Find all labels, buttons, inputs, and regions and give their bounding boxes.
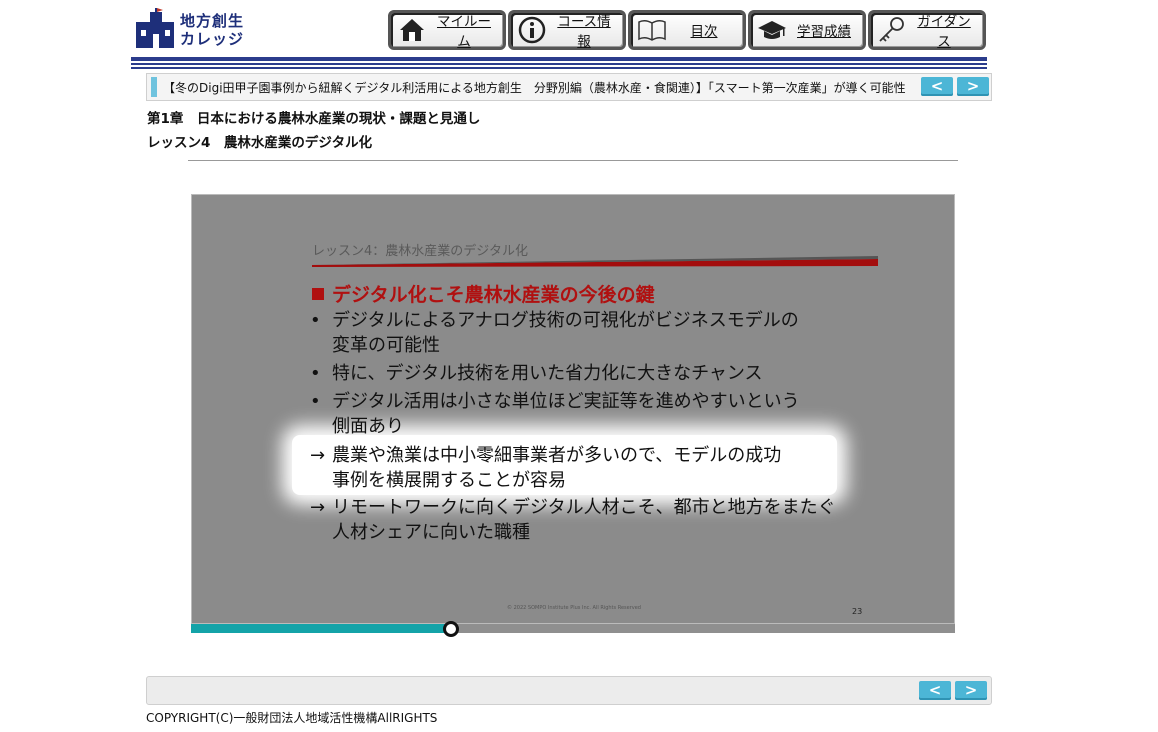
- bullet-text: 特に、デジタル技術を用いた省力化に大きなチャンス: [332, 363, 763, 384]
- bullet-mark: →: [310, 497, 326, 518]
- slide-bullet-1: • デジタルによるアナログ技術の可視化がビジネスモデルの 変革の可能性: [310, 308, 799, 358]
- bullet-text: リモートワークに向くデジタル人材こそ、都市と地方をまたぐ: [332, 497, 836, 518]
- bullet-text: 事例を横展開することが容易: [332, 470, 566, 491]
- course-title-bar: 【冬のDigi田甲子園事例から紐解くデジタル利活用による地方創生 分野別編（農林…: [146, 73, 992, 101]
- bottom-nav-bar: < >: [146, 676, 992, 705]
- home-icon: [397, 16, 427, 44]
- slide-heading-text: デジタル化こそ農林水産業の今後の鍵: [332, 284, 655, 306]
- header-divider-thin-2: [131, 67, 987, 69]
- nav-toc-button[interactable]: 目次: [628, 10, 746, 50]
- title-divider: [188, 160, 958, 161]
- slide-bullet-5: → リモートワークに向くデジタル人材こそ、都市と地方をまたぐ 人材シェアに向いた職…: [310, 495, 836, 545]
- progress-bar[interactable]: [191, 621, 955, 637]
- bottom-prev-page-button[interactable]: <: [919, 681, 951, 700]
- nav-myroom-label: マイルーム: [437, 14, 491, 50]
- bullet-mark: •: [310, 310, 321, 331]
- bullet-text: デジタル活用は小さな単位ほど実証等を進めやすいという: [332, 391, 800, 412]
- bullet-text: 変革の可能性: [332, 335, 440, 356]
- slide-page-number: 23: [852, 607, 863, 616]
- next-page-button[interactable]: >: [957, 77, 989, 96]
- prev-page-button[interactable]: <: [921, 77, 953, 96]
- nav-course-info-button[interactable]: コース情報: [508, 10, 626, 50]
- bullet-text: デジタルによるアナログ技術の可視化がビジネスモデルの: [332, 310, 799, 331]
- slide-bullet-2: • 特に、デジタル技術を用いた省力化に大きなチャンス: [310, 361, 763, 386]
- bullet-text: 側面あり: [332, 416, 404, 437]
- slide-bullet-3: • デジタル活用は小さな単位ほど実証等を進めやすいという 側面あり: [310, 389, 800, 439]
- nav-grades-label: 学習成績: [797, 24, 851, 40]
- slide-bullet-4: → 農業や漁業は中小零細事業者が多いので、モデルの成功 事例を横展開することが容易: [310, 443, 781, 493]
- logo-text-line2: カレッジ: [180, 30, 245, 48]
- info-icon: [517, 16, 547, 44]
- chapter-title: 第1章 日本における農林水産業の現状・課題と見通し: [147, 111, 481, 127]
- progress-fill: [191, 624, 451, 633]
- slide-heading: デジタル化こそ農林水産業の今後の鍵: [312, 280, 655, 307]
- nav-grades-button[interactable]: 学習成績: [748, 10, 866, 50]
- progress-handle[interactable]: [442, 621, 459, 637]
- square-bullet-icon: [312, 288, 324, 300]
- nav-myroom-button[interactable]: マイルーム: [388, 10, 506, 50]
- nav-course-info-label: コース情報: [557, 14, 611, 50]
- bullet-mark: →: [310, 445, 326, 466]
- bullet-text: 農業や漁業は中小零細事業者が多いので、モデルの成功: [332, 445, 782, 466]
- bullet-mark: •: [310, 391, 321, 412]
- castle-logo-icon: [136, 8, 174, 48]
- nav-guidance-button[interactable]: ガイダンス: [868, 10, 986, 50]
- nav-guidance-label: ガイダンス: [917, 14, 971, 50]
- slide-viewer[interactable]: レッスン4：農林水産業のデジタル化 デジタル化こそ農林水産業の今後の鍵 • デジタ…: [191, 194, 955, 624]
- logo[interactable]: 地方創生 カレッジ: [136, 6, 256, 50]
- nav-toc-label: 目次: [690, 24, 718, 40]
- key-icon: [877, 16, 907, 44]
- copyright-text: COPYRIGHT(C)一般財団法人地域活性機構AllRIGHTS: [146, 711, 438, 725]
- course-title: 【冬のDigi田甲子園事例から紐解くデジタル利活用による地方創生 分野別編（農林…: [163, 81, 906, 95]
- slide-footer: © 2022 SOMPO Institute Plus Inc. All Rig…: [507, 605, 641, 611]
- header-divider: [131, 57, 987, 61]
- bullet-mark: •: [310, 363, 321, 384]
- bottom-next-page-button[interactable]: >: [955, 681, 987, 700]
- title-accent: [151, 77, 157, 97]
- lesson-title: レッスン4 農林水産業のデジタル化: [147, 135, 373, 151]
- book-icon: [637, 16, 667, 44]
- header-divider-thin: [131, 63, 987, 65]
- slide-title-underline: [312, 256, 878, 267]
- graduation-cap-icon: [757, 16, 787, 44]
- bullet-text: 人材シェアに向いた職種: [332, 522, 530, 543]
